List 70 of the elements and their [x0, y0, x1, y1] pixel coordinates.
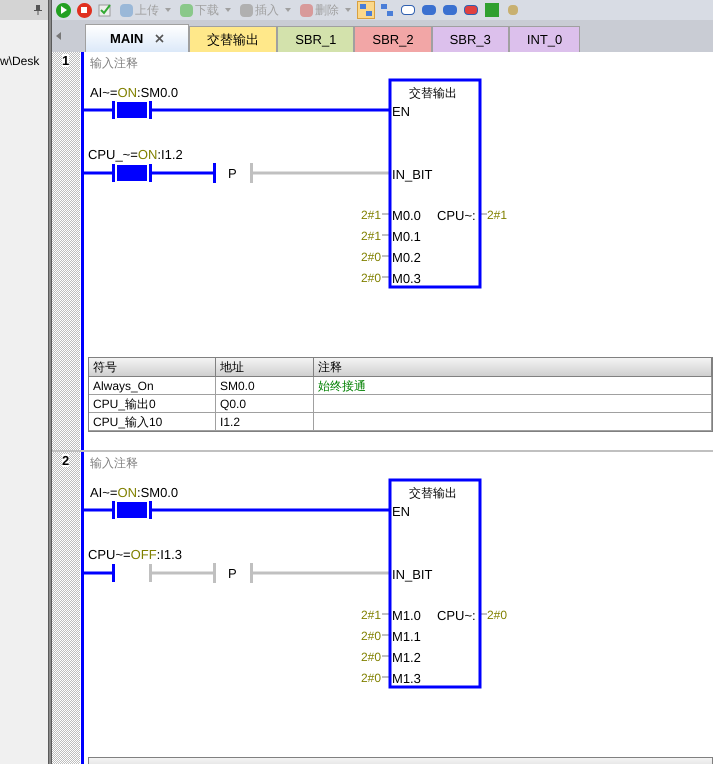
pin-label: IN_BIT [392, 166, 432, 184]
pin-value: 2#0 [361, 670, 382, 687]
pin-value: 2#1 [361, 228, 382, 245]
contact-label: CPU~=OFF:I1.3 [88, 546, 182, 564]
pin-label: CPU~: [437, 607, 476, 625]
edge-label: P [228, 565, 237, 583]
network-icon[interactable] [378, 1, 396, 19]
wire [152, 572, 215, 574]
close-icon[interactable] [155, 34, 164, 43]
network-icon[interactable] [357, 1, 375, 19]
pin-value: 2#1 [487, 207, 508, 224]
pin-label: M1.3 [392, 670, 421, 688]
contact-label: AI~=ON:SM0.0 [90, 484, 178, 502]
caret-icon [165, 8, 171, 12]
pin-label: M1.2 [392, 649, 421, 667]
wire [84, 572, 112, 574]
edge-contact-bar [213, 563, 216, 583]
run-icon[interactable] [54, 1, 72, 19]
network-comment: 输入注释 [90, 455, 138, 472]
network-comment: 输入注释 [90, 55, 138, 72]
column-header: 注释 [314, 358, 712, 376]
pin-label: M1.0 [392, 607, 421, 625]
pin-label: M0.2 [392, 249, 421, 267]
network-number: 2 [62, 454, 70, 467]
table-cell: 始终接通 [314, 377, 712, 394]
contact-label: AI~=ON:SM0.0 [90, 84, 178, 102]
edge-label: P [228, 165, 237, 183]
table-cell: SM0.0 [216, 377, 314, 394]
table-cell: I1.2 [216, 413, 314, 430]
pin-label: M0.1 [392, 228, 421, 246]
pin-value: 2#1 [361, 607, 382, 624]
pin-label: M0.3 [392, 270, 421, 288]
tab[interactable]: SBR_1 [277, 26, 354, 52]
block-title: 交替输出 [409, 85, 457, 102]
pin-value: 2#0 [361, 649, 382, 666]
table-cell: CPU_输入10 [89, 413, 216, 430]
network-number: 1 [62, 54, 70, 67]
pin-label: EN [392, 503, 410, 521]
pin-label: M0.0 [392, 207, 421, 225]
table-cell: CPU_输出0 [89, 395, 216, 412]
caret-icon [225, 8, 231, 12]
tab[interactable]: 交替输出 [189, 26, 278, 52]
pin-label: EN [392, 103, 410, 121]
caret-icon [285, 8, 291, 12]
caret-icon [345, 8, 351, 12]
block-title: 交替输出 [409, 485, 457, 502]
pin-value: 2#0 [361, 628, 382, 645]
column-header: 符号 [89, 358, 216, 376]
edge-contact-bar [213, 163, 216, 183]
wire [84, 172, 112, 174]
tab[interactable]: INT_0 [508, 26, 580, 52]
pin-value: 2#1 [361, 207, 382, 224]
table-cell: Q0.0 [216, 395, 314, 412]
tab[interactable]: SBR_2 [354, 26, 432, 52]
pin-value: 2#0 [361, 270, 382, 287]
pin-value: 2#0 [487, 607, 508, 624]
stop-icon[interactable] [75, 1, 93, 19]
pin-label: CPU~: [437, 207, 476, 225]
pin-icon[interactable] [34, 5, 42, 15]
pin-label: IN_BIT [392, 566, 432, 584]
contact-label: CPU_~=ON:I1.2 [88, 146, 183, 164]
pin-value: 2#0 [361, 249, 382, 266]
table-cell: Always_On [89, 377, 216, 394]
pin-label: M1.1 [392, 628, 421, 646]
column-header: 地址 [216, 358, 314, 376]
scroll-left-icon[interactable] [56, 32, 61, 40]
path-text: w\Desk [0, 53, 40, 70]
tab[interactable]: SBR_3 [432, 26, 509, 52]
tab[interactable]: MAIN [85, 24, 190, 52]
wire [152, 172, 215, 174]
